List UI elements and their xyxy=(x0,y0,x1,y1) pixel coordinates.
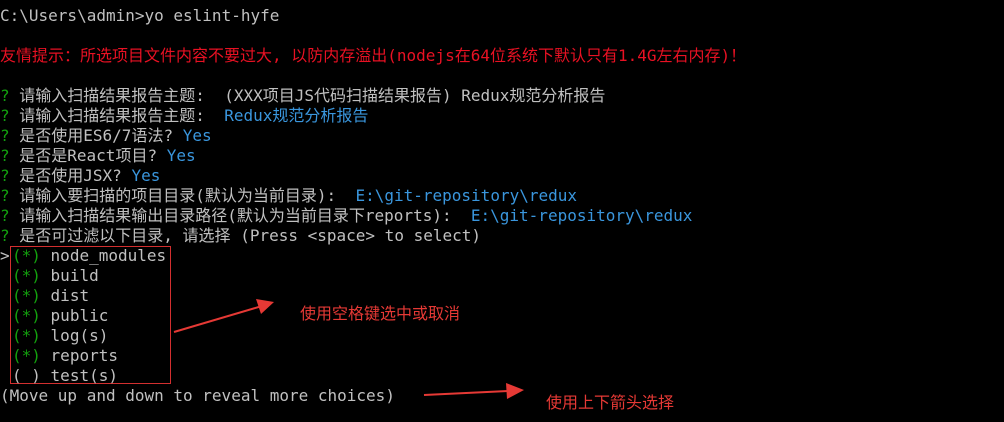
navigation-hint: (Move up and down to reveal more choices… xyxy=(0,386,395,405)
checkbox-checked-icon[interactable]: (*) xyxy=(12,246,41,265)
answer-text: Yes xyxy=(166,146,196,165)
choice-item-node-modules[interactable]: (*) node_modules xyxy=(12,246,166,266)
question-text: 请输入扫描结果输出目录路径(默认为当前目录下reports): xyxy=(9,206,471,225)
choice-label: build xyxy=(50,266,99,285)
choice-item-reports[interactable]: (*) reports xyxy=(12,346,118,366)
choice-label: public xyxy=(50,306,109,325)
question-text: 请输入扫描结果报告主题: xyxy=(9,106,225,125)
question-line: ? 请输入扫描结果输出目录路径(默认为当前目录下reports): E:\git… xyxy=(0,206,692,226)
checkbox-unchecked-icon[interactable]: ( ) xyxy=(12,366,41,385)
answer-text: (Press <space> to select) xyxy=(240,226,482,245)
answer-text: Yes xyxy=(131,166,161,185)
terminal-window[interactable]: C:\Users\admin>yo eslint-hyfe 友情提示：所选项目文… xyxy=(0,0,1004,422)
memory-warning: 友情提示：所选项目文件内容不要过大, 以防内存溢出(nodejs在64位系统下默… xyxy=(0,46,747,65)
annotation-arrow-icon xyxy=(173,299,274,333)
command-input: yo eslint-hyfe xyxy=(144,6,280,25)
answer-text: Yes xyxy=(182,126,212,145)
question-mark-icon: ? xyxy=(0,226,10,245)
question-mark-icon: ? xyxy=(0,126,10,145)
question-text: 是否使用JSX? xyxy=(9,166,132,185)
question-line: ? 是否使用JSX? Yes xyxy=(0,166,160,186)
answer-text: E:\git-repository\redux xyxy=(470,206,693,225)
question-mark-icon: ? xyxy=(0,186,10,205)
choice-item-build[interactable]: (*) build xyxy=(12,266,99,286)
question-line: ? 请输入扫描结果报告主题: (XXX项目JS代码扫描结果报告) Redux规范… xyxy=(0,86,605,106)
checkbox-checked-icon[interactable]: (*) xyxy=(12,346,41,365)
question-line: ? 请输入扫描结果报告主题: Redux规范分析报告 xyxy=(0,106,368,126)
checkbox-checked-icon[interactable]: (*) xyxy=(12,286,41,305)
choice-label: test(s) xyxy=(50,366,118,385)
choice-label: log(s) xyxy=(50,326,109,345)
question-mark-icon: ? xyxy=(0,206,10,225)
question-text: 是否是React项目? xyxy=(9,146,167,165)
answer-text: (XXX项目JS代码扫描结果报告) Redux规范分析报告 xyxy=(224,86,606,105)
arrow-select-annotation: 使用上下箭头选择 xyxy=(546,393,675,412)
checkbox-checked-icon[interactable]: (*) xyxy=(12,266,41,285)
space-select-annotation: 使用空格键选中或取消 xyxy=(300,304,461,323)
answer-text: Redux规范分析报告 xyxy=(224,106,369,125)
question-mark-icon: ? xyxy=(0,146,10,165)
choice-item-public[interactable]: (*) public xyxy=(12,306,108,326)
command-line: C:\Users\admin>yo eslint-hyfe xyxy=(0,6,279,26)
question-text: 请输入扫描结果报告主题: xyxy=(9,86,225,105)
checkbox-checked-icon[interactable]: (*) xyxy=(12,306,41,325)
choice-item-dist[interactable]: (*) dist xyxy=(12,286,89,306)
question-mark-icon: ? xyxy=(0,86,10,105)
checkbox-checked-icon[interactable]: (*) xyxy=(12,326,41,345)
question-mark-icon: ? xyxy=(0,166,10,185)
choice-label: dist xyxy=(50,286,90,305)
selection-cursor-icon: > xyxy=(0,246,10,265)
choice-label: node_modules xyxy=(50,246,167,265)
choice-label: reports xyxy=(50,346,118,365)
answer-text: E:\git-repository\redux xyxy=(355,186,578,205)
annotation-arrow-icon xyxy=(423,383,524,399)
question-mark-icon: ? xyxy=(0,106,10,125)
question-text: 请输入要扫描的项目目录(默认为当前目录): xyxy=(9,186,356,205)
prompt-path: C:\Users\admin> xyxy=(0,6,145,25)
question-line: ? 是否是React项目? Yes xyxy=(0,146,196,166)
question-text: 是否使用ES6/7语法? xyxy=(9,126,183,145)
question-text: 是否可过滤以下目录, 请选择 xyxy=(9,226,241,245)
question-line: ? 请输入要扫描的项目目录(默认为当前目录): E:\git-repositor… xyxy=(0,186,577,206)
choice-item-logs[interactable]: (*) log(s) xyxy=(12,326,108,346)
choice-item-tests[interactable]: ( ) test(s) xyxy=(12,366,118,386)
question-line: ? 是否使用ES6/7语法? Yes xyxy=(0,126,212,146)
question-line: ? 是否可过滤以下目录, 请选择 (Press <space> to selec… xyxy=(0,226,481,246)
